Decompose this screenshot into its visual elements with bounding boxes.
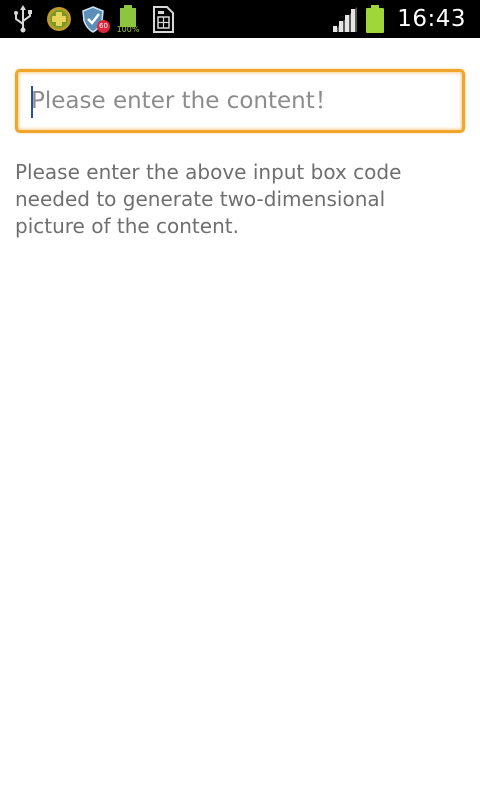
battery-full-icon: 100% [115, 4, 141, 34]
content-input[interactable] [18, 72, 462, 130]
signal-bars-icon [331, 4, 359, 34]
text-cursor [31, 86, 33, 118]
notification-area[interactable]: 60 100% [10, 3, 185, 35]
status-bar: 60 100% 16:43 [0, 0, 480, 38]
battery-percent-label: 100% [116, 25, 140, 34]
content-input-box[interactable] [15, 69, 465, 133]
game-controller-icon [45, 4, 71, 34]
usb-icon [10, 4, 36, 34]
shield-icon: 60 [80, 4, 110, 34]
sim-card-icon [150, 4, 176, 34]
system-status-area: 16:43 [331, 0, 466, 38]
battery-icon [365, 4, 385, 34]
status-clock: 16:43 [397, 6, 466, 32]
shield-badge: 60 [97, 20, 110, 33]
hint-text: Please enter the above input box code ne… [15, 160, 402, 238]
